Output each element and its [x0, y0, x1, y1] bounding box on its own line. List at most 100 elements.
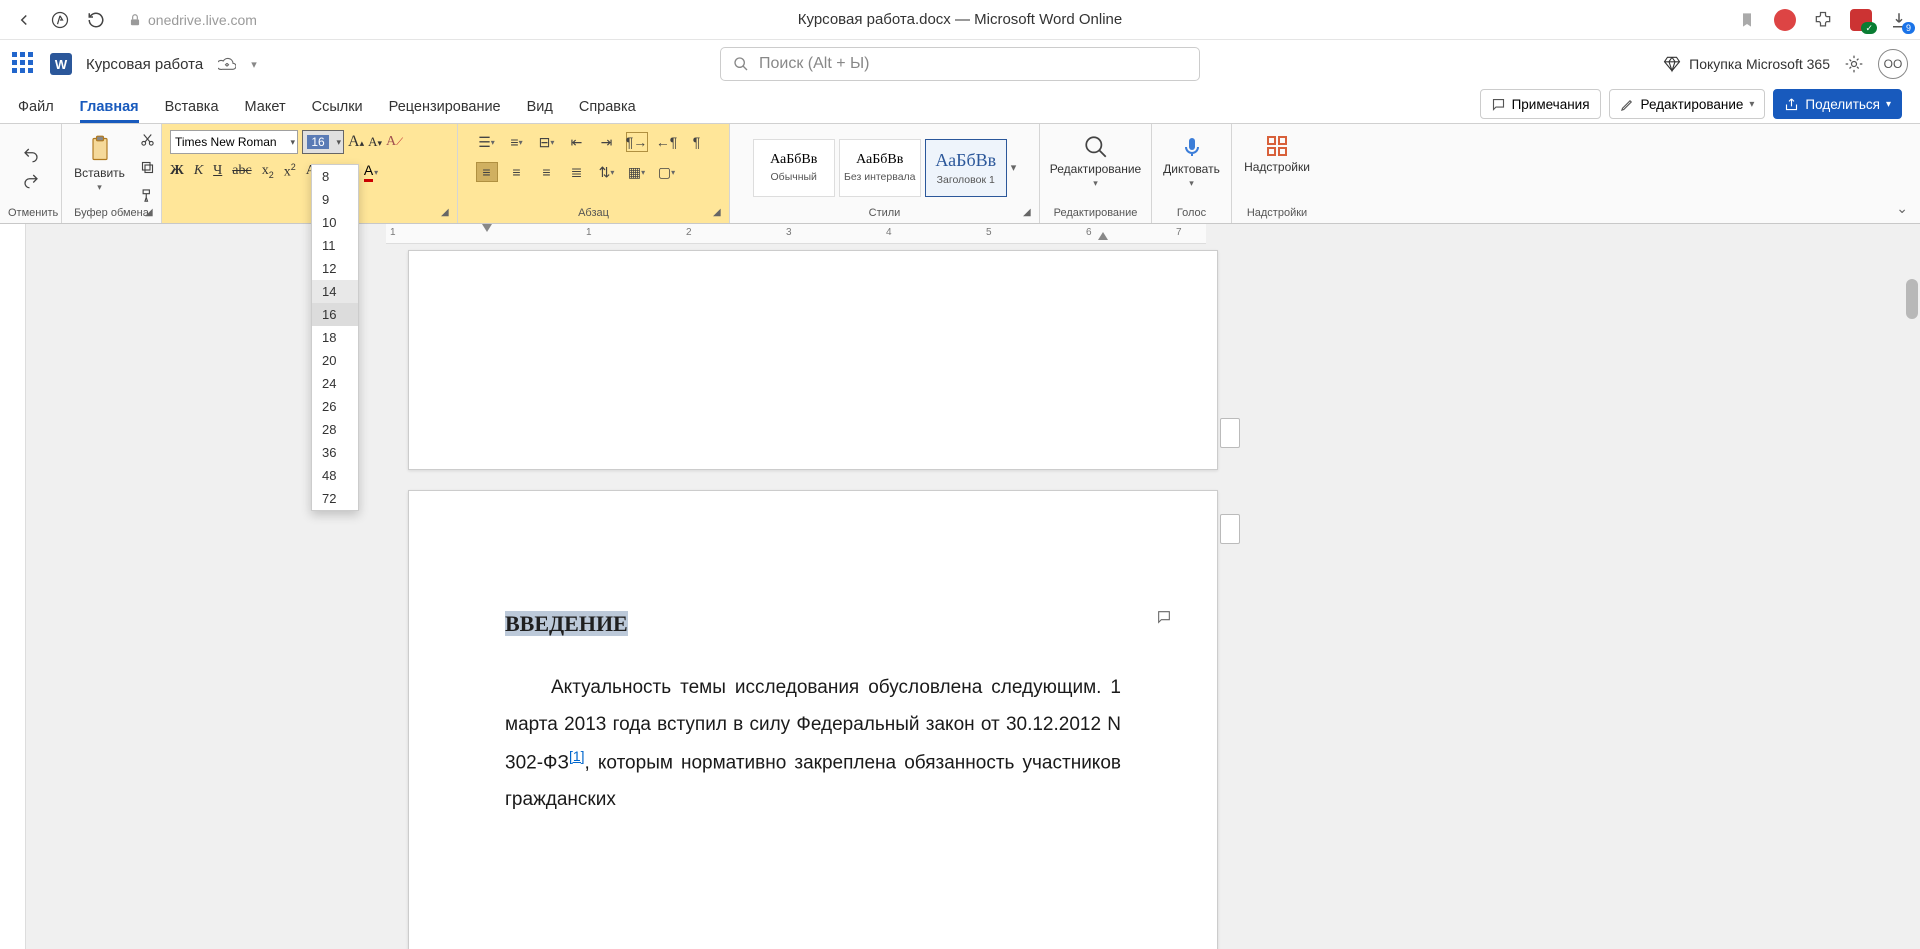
show-marks-button[interactable]: ¶ [686, 132, 708, 152]
document-heading[interactable]: ВВЕДЕНИЕ [505, 611, 628, 636]
size-option[interactable]: 16 [312, 303, 358, 326]
size-option[interactable]: 24 [312, 372, 358, 395]
tab-view[interactable]: Вид [527, 99, 553, 123]
premium-button[interactable]: Покупка Microsoft 365 [1663, 55, 1830, 73]
size-option[interactable]: 36 [312, 441, 358, 464]
right-indent-marker-icon[interactable] [1098, 232, 1108, 242]
comments-button[interactable]: Примечания [1480, 89, 1601, 119]
chevron-down-icon[interactable]: ▾ [251, 58, 257, 71]
bold-button[interactable]: Ж [170, 163, 184, 179]
bookmark-icon[interactable] [1736, 9, 1758, 31]
font-size-dropdown[interactable]: 8 9 10 11 12 14 16 18 20 24 26 28 36 48 … [311, 164, 359, 511]
document-page[interactable] [408, 250, 1218, 470]
align-right-button[interactable]: ≡ [536, 162, 558, 182]
size-option[interactable]: 18 [312, 326, 358, 349]
app-launcher-icon[interactable] [12, 52, 36, 76]
tab-references[interactable]: Ссылки [312, 99, 363, 123]
copy-button[interactable] [139, 158, 157, 176]
size-option[interactable]: 72 [312, 487, 358, 510]
url-bar[interactable]: onedrive.live.com [118, 8, 267, 32]
size-option[interactable]: 48 [312, 464, 358, 487]
font-name-combo[interactable]: Times New Roman ▾ [170, 130, 298, 154]
styles-more-button[interactable]: ▾ [1011, 161, 1017, 174]
comment-marker[interactable] [1220, 514, 1240, 544]
scrollbar-thumb[interactable] [1906, 279, 1918, 319]
downloads-icon[interactable]: 9 [1888, 9, 1910, 31]
reload-button[interactable] [82, 6, 110, 34]
size-option[interactable]: 20 [312, 349, 358, 372]
multilevel-list-button[interactable]: ⊟▾ [536, 132, 558, 152]
document-name[interactable]: Курсовая работа [86, 56, 203, 73]
size-option[interactable]: 26 [312, 395, 358, 418]
size-option[interactable]: 10 [312, 211, 358, 234]
redo-button[interactable] [20, 172, 42, 190]
document-page[interactable]: ВВЕДЕНИЕ Актуальность темы исследования … [408, 490, 1218, 949]
extensions-menu-icon[interactable] [1812, 9, 1834, 31]
justify-button[interactable]: ≣ [566, 162, 588, 182]
tab-file[interactable]: Файл [18, 99, 54, 123]
shading-button[interactable]: ▦▾ [626, 162, 648, 182]
save-status-icon[interactable] [217, 54, 237, 74]
extension-icon-2[interactable]: ✓ [1850, 9, 1872, 31]
dialog-launcher-icon[interactable]: ◢ [145, 207, 157, 219]
style-normal[interactable]: АаБбВв Обычный [753, 139, 835, 197]
align-left-button[interactable]: ≡ [476, 162, 498, 182]
borders-button[interactable]: ▢▾ [656, 162, 678, 182]
extension-icon-1[interactable] [1774, 9, 1796, 31]
paste-button[interactable]: Вставить ▾ [66, 130, 133, 197]
undo-button[interactable] [20, 146, 42, 164]
italic-button[interactable]: К [194, 163, 203, 179]
font-size-input[interactable] [307, 135, 329, 149]
rtl-button[interactable]: ←¶ [656, 132, 678, 152]
cut-button[interactable] [139, 130, 157, 148]
tab-help[interactable]: Справка [579, 99, 636, 123]
settings-icon[interactable] [1844, 54, 1864, 74]
tab-home[interactable]: Главная [80, 99, 139, 123]
style-heading1[interactable]: АаБбВв Заголовок 1 [925, 139, 1007, 197]
size-option[interactable]: 11 [312, 234, 358, 257]
collapse-ribbon-button[interactable]: ⌄ [1896, 200, 1908, 217]
dictate-button[interactable]: Диктовать ▾ [1155, 130, 1228, 193]
subscript-button[interactable]: x2 [262, 163, 274, 180]
editing-mode-button[interactable]: Редактирование ▾ [1609, 89, 1766, 119]
tab-insert[interactable]: Вставка [165, 99, 219, 123]
ltr-button[interactable]: ¶→ [626, 132, 648, 152]
comment-marker[interactable] [1220, 418, 1240, 448]
style-no-spacing[interactable]: АаБбВв Без интервала [839, 139, 921, 197]
font-size-combo[interactable]: ▾ [302, 130, 344, 154]
grow-font-button[interactable]: A▴ [348, 133, 364, 151]
horizontal-ruler[interactable]: 1 1 2 3 4 5 6 7 [386, 224, 1206, 244]
bullets-button[interactable]: ☰▾ [476, 132, 498, 152]
font-color-button[interactable]: A▾ [364, 162, 378, 180]
size-option[interactable]: 9 [312, 188, 358, 211]
size-option[interactable]: 12 [312, 257, 358, 280]
share-button[interactable]: Поделиться ▾ [1773, 89, 1902, 119]
back-button[interactable] [10, 6, 38, 34]
size-option[interactable]: 28 [312, 418, 358, 441]
clear-formatting-button[interactable]: A⟋ [386, 134, 403, 150]
decrease-indent-button[interactable]: ⇤ [566, 132, 588, 152]
tab-review[interactable]: Рецензирование [389, 99, 501, 123]
user-avatar[interactable]: ОО [1878, 49, 1908, 79]
strikethrough-button[interactable]: abc [232, 163, 251, 179]
dialog-launcher-icon[interactable]: ◢ [441, 207, 453, 219]
format-painter-button[interactable] [139, 186, 157, 204]
yandex-home-icon[interactable] [46, 6, 74, 34]
addins-button[interactable]: Надстройки [1236, 130, 1318, 178]
dialog-launcher-icon[interactable]: ◢ [1023, 207, 1035, 219]
document-body[interactable]: Актуальность темы исследования обусловле… [505, 669, 1121, 819]
line-spacing-button[interactable]: ⇅▾ [596, 162, 618, 182]
align-center-button[interactable]: ≡ [506, 162, 528, 182]
dialog-launcher-icon[interactable]: ◢ [713, 207, 725, 219]
increase-indent-button[interactable]: ⇥ [596, 132, 618, 152]
superscript-button[interactable]: x2 [284, 162, 296, 181]
tab-layout[interactable]: Макет [245, 99, 286, 123]
size-option[interactable]: 14 [312, 280, 358, 303]
shrink-font-button[interactable]: A▾ [368, 134, 382, 150]
comment-anchor-icon[interactable] [1155, 609, 1173, 625]
footnote-ref[interactable]: [1] [569, 748, 585, 764]
numbering-button[interactable]: ≡▾ [506, 132, 528, 152]
vertical-ruler[interactable] [0, 224, 26, 949]
find-replace-button[interactable]: Редактирование ▾ [1042, 130, 1149, 193]
underline-button[interactable]: Ч [213, 163, 222, 179]
